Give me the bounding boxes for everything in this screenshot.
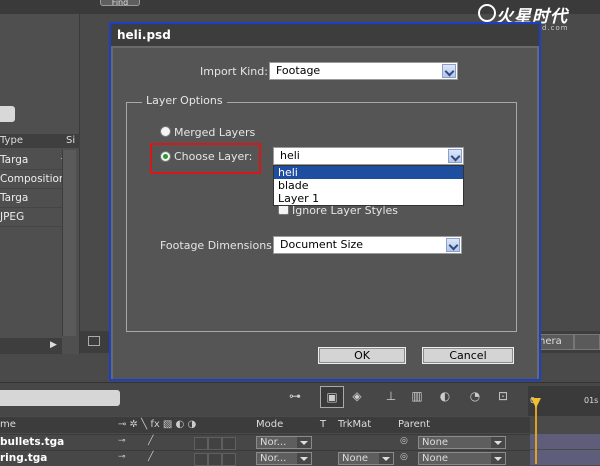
column-parent[interactable]: Parent [398, 419, 430, 430]
ok-button[interactable]: OK [318, 347, 406, 364]
merged-layers-radio[interactable] [160, 126, 171, 137]
parent-value: None [422, 453, 449, 464]
footage-dimensions-label: Footage Dimensions: [160, 239, 276, 252]
layer-switch-icon[interactable]: ⊸ [118, 452, 126, 462]
project-scrollbar[interactable] [62, 150, 76, 336]
comp-flowchart-icon[interactable]: ▣ [320, 386, 344, 408]
switch-box[interactable] [194, 437, 208, 450]
switch-box[interactable] [208, 453, 222, 466]
quality-icon[interactable]: ╱ [148, 436, 153, 446]
frame-blending-icon[interactable]: ▥ [406, 386, 428, 406]
parent-select[interactable]: None [418, 452, 506, 465]
project-row-type: Targa [0, 192, 29, 204]
layer-option[interactable]: Layer 1 [274, 192, 463, 205]
mode-value: Nor... [260, 437, 287, 448]
quality-icon[interactable]: ╱ [148, 452, 153, 462]
current-time-line [535, 406, 537, 464]
chevron-down-icon [448, 149, 462, 163]
chevron-down-icon [379, 453, 393, 464]
scroll-right-icon[interactable]: ▶ [50, 340, 57, 350]
project-column-header: Type Si [0, 134, 80, 148]
mode-select[interactable]: Nor... [256, 452, 312, 465]
chevron-down-icon [446, 238, 460, 252]
motion-blur-icon[interactable]: ◐ [434, 386, 456, 406]
trkmat-value: None [342, 453, 369, 464]
import-kind-value: Footage [276, 64, 321, 77]
chevron-down-icon [297, 453, 311, 464]
choose-layer-value: heli [280, 149, 300, 162]
chevron-down-icon [442, 64, 456, 78]
layer-switch-icon[interactable]: ⊸ [118, 436, 126, 446]
parent-select[interactable]: None [418, 436, 506, 449]
region-icon[interactable] [88, 336, 100, 346]
layer-option[interactable]: blade [274, 179, 463, 192]
column-mode[interactable]: Mode [256, 419, 283, 430]
column-layer-name[interactable]: me [0, 419, 16, 430]
layer-options-label: Layer Options [142, 94, 227, 107]
import-kind-label: Import Kind: [200, 65, 268, 78]
chevron-down-icon [491, 437, 505, 448]
column-type[interactable]: Type [0, 135, 23, 146]
choose-layer-select[interactable]: heli [273, 147, 464, 165]
switches-icons: ⊸ ✲ ╲ fx ▧ ◐ ◑ [118, 419, 197, 430]
graph-editor-icon[interactable]: ⊡ [492, 386, 514, 406]
column-trkmat[interactable]: TrkMat [338, 419, 371, 430]
project-row[interactable]: Targa [0, 189, 62, 208]
layer-duration-bar[interactable] [530, 450, 600, 465]
column-t[interactable]: T [320, 419, 326, 430]
pickwhip-icon[interactable]: ◎ [400, 436, 408, 446]
choose-layer-label[interactable]: Choose Layer: [174, 150, 252, 163]
mode-select[interactable]: Nor... [256, 436, 312, 449]
import-kind-select[interactable]: Footage [269, 62, 458, 80]
switch-box[interactable] [222, 437, 236, 450]
find-button[interactable]: Find [100, 0, 140, 6]
project-row[interactable]: Composition [0, 170, 66, 189]
switch-box[interactable] [208, 437, 222, 450]
cancel-button[interactable]: Cancel [422, 347, 514, 364]
project-row[interactable]: Targa [0, 151, 62, 170]
timeline-search-field[interactable] [0, 390, 120, 406]
hide-shy-icon[interactable]: ⊥ [380, 386, 402, 406]
project-row[interactable]: JPEG [0, 208, 62, 227]
draft-3d-icon[interactable]: ◈ [346, 386, 368, 406]
chevron-down-icon [491, 453, 505, 464]
switch-box[interactable] [222, 453, 236, 466]
choose-layer-radio[interactable] [160, 151, 171, 162]
trkmat-select[interactable]: None [338, 452, 394, 465]
logo-mark-icon [478, 4, 496, 22]
mode-value: Nor... [260, 453, 287, 464]
camera-dropdown-arrow[interactable] [574, 334, 600, 350]
switch-box[interactable] [194, 453, 208, 466]
parent-value: None [422, 437, 449, 448]
chevron-down-icon [297, 437, 311, 448]
column-size[interactable]: Si [66, 135, 75, 146]
layer-name[interactable]: bullets.tga [0, 435, 64, 450]
timeline-column-header: me ⊸ ✲ ╲ fx ▧ ◐ ◑ Mode T TrkMat Parent [0, 417, 530, 433]
merged-layers-label[interactable]: Merged Layers [174, 126, 255, 139]
brainstorm-icon[interactable]: ◔ [464, 386, 486, 406]
ruler-mark-label: 01s [584, 396, 599, 405]
project-row-type: Targa [0, 154, 29, 166]
footage-dimensions-select[interactable]: Document Size [273, 236, 462, 254]
shy-layers-icon[interactable]: ⊶ [284, 386, 306, 406]
pickwhip-icon[interactable]: ◎ [400, 452, 408, 462]
footage-dimensions-value: Document Size [280, 238, 364, 251]
project-row-type: Composition [0, 173, 66, 185]
project-row-type: JPEG [0, 211, 25, 223]
timeline-layer-row[interactable]: bullets.tga ⊸ ╱ Nor... ◎ None [0, 434, 530, 450]
project-search-field[interactable] [0, 106, 15, 122]
dialog-title[interactable]: heli.psd [111, 24, 539, 46]
layer-option[interactable]: heli [274, 166, 463, 179]
layer-dropdown-list: heli blade Layer 1 [273, 165, 464, 206]
layer-duration-bar[interactable] [530, 434, 600, 449]
